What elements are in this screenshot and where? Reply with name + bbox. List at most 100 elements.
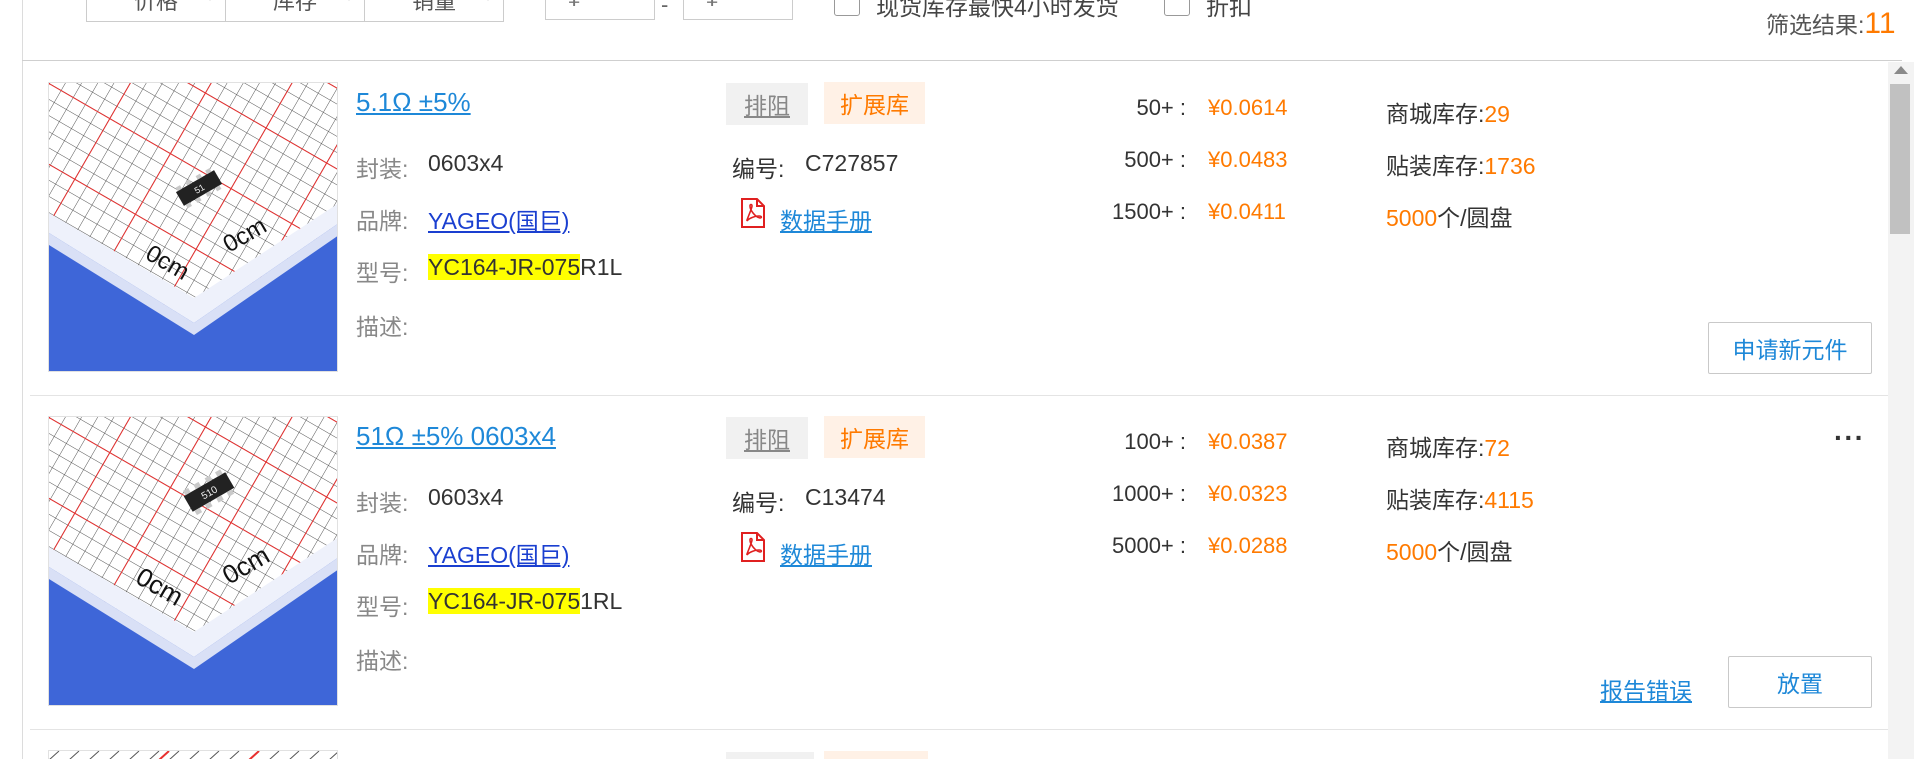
price-tier: 100+ : xyxy=(1124,429,1186,454)
package-value: 0603x4 xyxy=(428,150,504,176)
model-suffix: 1RL xyxy=(580,588,623,614)
brand-link[interactable]: YAGEO(国巨) xyxy=(428,536,569,570)
model-label: 型号: xyxy=(356,594,409,620)
smt-stock: 贴装库存:4115 xyxy=(1386,481,1534,515)
smt-stock: 贴装库存:1736 xyxy=(1386,147,1536,181)
product-image[interactable]: 51 0cm 0cm xyxy=(48,82,338,372)
model-value: YC164-JR-075R1L xyxy=(428,254,622,281)
scroll-thumb[interactable] xyxy=(1890,84,1910,234)
discount-label: 折扣 xyxy=(1206,0,1252,20)
price-max-placeholder: ¥ xyxy=(706,0,718,12)
price-tier: 50+ : xyxy=(1136,95,1186,120)
sort-stock-label: 库存 xyxy=(272,0,317,14)
price-tier: 1000+ : xyxy=(1111,481,1186,506)
code-value: C727857 xyxy=(805,150,899,176)
mall-stock: 商城库存:72 xyxy=(1386,429,1510,463)
product-image[interactable] xyxy=(48,750,338,759)
pdf-icon[interactable] xyxy=(740,532,766,567)
library-tag xyxy=(824,751,928,759)
description-label: 描述: xyxy=(356,314,409,340)
request-new-part-label: 申请新元件 xyxy=(1732,337,1848,363)
model-label: 型号: xyxy=(356,260,409,286)
sort-arrow-icon xyxy=(340,0,358,1)
package-value: 0603x4 xyxy=(428,484,504,510)
reel-qty-value: 5000 xyxy=(1386,539,1438,565)
price-tier: 5000+ : xyxy=(1111,533,1186,558)
price-value: ¥0.0323 xyxy=(1208,481,1288,506)
category-tag[interactable]: 排阻 xyxy=(726,417,808,459)
code-value: C13474 xyxy=(805,484,886,510)
library-tag-label: 扩展库 xyxy=(840,426,909,452)
mall-stock-label: 商城库存: xyxy=(1386,435,1485,461)
price-value: ¥0.0614 xyxy=(1208,95,1288,120)
package-label: 封装: xyxy=(356,490,409,516)
datasheet-link[interactable]: 数据手册 xyxy=(780,536,872,570)
fast-ship-checkbox[interactable] xyxy=(834,0,860,16)
brand-label: 品牌: xyxy=(356,542,409,568)
sort-sales-button[interactable]: 销量 xyxy=(365,0,503,21)
library-tag-label: 扩展库 xyxy=(840,92,909,118)
reel-unit: 个/圆盘 xyxy=(1437,205,1513,231)
sort-arrow-icon xyxy=(201,0,219,1)
price-value: ¥0.0411 xyxy=(1208,199,1286,224)
category-tag[interactable] xyxy=(726,752,814,759)
mall-stock-value: 29 xyxy=(1484,101,1510,127)
smt-stock-value: 4115 xyxy=(1484,487,1534,513)
reel-quantity: 5000个/圆盘 xyxy=(1386,199,1513,233)
code-label: 编号: xyxy=(732,156,785,182)
library-tag: 扩展库 xyxy=(824,416,925,458)
sort-arrow-icon xyxy=(479,0,497,1)
category-tag-label: 排阻 xyxy=(744,93,790,119)
model-highlight: YC164-JR-075 xyxy=(428,588,581,614)
sort-sales-label: 销量 xyxy=(411,0,456,14)
scroll-up-arrow-icon[interactable] xyxy=(1894,66,1908,74)
range-separator: - xyxy=(661,0,669,17)
price-value: ¥0.0288 xyxy=(1208,533,1288,558)
left-border xyxy=(22,0,23,759)
datasheet-link[interactable]: 数据手册 xyxy=(780,202,872,236)
product-title-link[interactable]: 5.1Ω ±5% xyxy=(356,87,471,118)
filter-divider xyxy=(22,60,1902,61)
package-label: 封装: xyxy=(356,156,409,182)
smt-stock-label: 贴装库存: xyxy=(1386,487,1485,513)
description-label: 描述: xyxy=(356,648,409,674)
fast-ship-label: 现货库存最快4小时发货 xyxy=(876,0,1119,20)
price-min-input[interactable]: ¥ xyxy=(545,0,655,20)
more-options-icon[interactable]: ··· xyxy=(1834,422,1865,454)
discount-checkbox[interactable] xyxy=(1164,0,1190,16)
library-tag: 扩展库 xyxy=(824,82,925,124)
mall-stock: 商城库存:29 xyxy=(1386,95,1510,129)
result-count: 11 xyxy=(1864,7,1896,40)
price-max-input[interactable]: ¥ xyxy=(683,0,793,20)
request-new-part-button[interactable]: 申请新元件 xyxy=(1708,322,1872,374)
category-tag[interactable]: 排阻 xyxy=(726,83,808,125)
resistor-array-image: 510 0cm 0cm xyxy=(49,417,337,705)
code-label: 编号: xyxy=(732,490,785,516)
brand-link[interactable]: YAGEO(国巨) xyxy=(428,202,569,236)
row-divider xyxy=(30,395,1888,396)
pdf-icon[interactable] xyxy=(740,198,766,233)
model-suffix: R1L xyxy=(580,254,623,280)
brand-label: 品牌: xyxy=(356,208,409,234)
reel-quantity: 5000个/圆盘 xyxy=(1386,533,1513,567)
result-label: 筛选结果: xyxy=(1766,12,1865,38)
model-highlight: YC164-JR-075 xyxy=(428,254,581,280)
price-tier: 1500+ : xyxy=(1111,199,1186,224)
product-title-link[interactable]: 51Ω ±5% 0603x4 xyxy=(356,421,556,452)
category-tag-label: 排阻 xyxy=(744,427,790,453)
model-value: YC164-JR-0751RL xyxy=(428,588,622,615)
place-button[interactable]: 放置 xyxy=(1728,656,1872,708)
reel-qty-value: 5000 xyxy=(1386,205,1438,231)
product-image[interactable]: 510 0cm 0cm xyxy=(48,416,338,706)
sort-price-button[interactable]: 价格 xyxy=(87,0,226,21)
row-divider xyxy=(30,729,1888,730)
sort-stock-button[interactable]: 库存 xyxy=(226,0,365,21)
price-tier: 500+ : xyxy=(1124,147,1186,172)
mall-stock-value: 72 xyxy=(1484,435,1510,461)
filter-result: 筛选结果:11 xyxy=(1766,6,1896,41)
price-min-placeholder: ¥ xyxy=(568,0,580,12)
smt-stock-label: 贴装库存: xyxy=(1386,153,1485,179)
resistor-array-image xyxy=(49,751,337,759)
report-error-link[interactable]: 报告错误 xyxy=(1600,672,1692,706)
smt-stock-value: 1736 xyxy=(1484,153,1536,179)
